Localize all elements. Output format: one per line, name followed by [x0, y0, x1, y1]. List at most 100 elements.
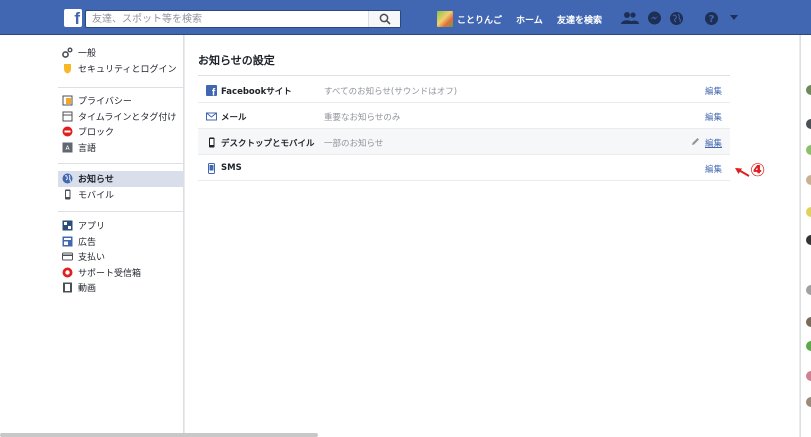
- sidebar-item-security[interactable]: セキュリティとログイン: [0, 61, 184, 77]
- right-rail: [743, 35, 799, 437]
- sidebar-item-label: 広告: [78, 237, 97, 248]
- find-friends-link[interactable]: 友達を検索: [557, 13, 602, 26]
- edit-link[interactable]: 編集: [705, 85, 722, 97]
- messenger-icon[interactable]: [647, 11, 662, 26]
- chevron-down-icon[interactable]: [730, 15, 738, 21]
- sidebar-group-notifications: お知らせ モバイル: [0, 171, 184, 202]
- sidebar-item-notifications[interactable]: お知らせ: [58, 171, 184, 187]
- search-input[interactable]: [86, 11, 368, 27]
- horizontal-scrollbar[interactable]: [0, 433, 318, 437]
- settings-row-label: デスクトップとモバイル: [221, 139, 315, 149]
- settings-row-sms[interactable]: SMS 編集: [198, 155, 730, 181]
- timeline-icon: [62, 111, 73, 122]
- profile-link[interactable]: [437, 10, 453, 28]
- lock-icon: [62, 95, 73, 106]
- search-icon: [379, 13, 391, 25]
- sidebar-item-label: 一般: [78, 49, 97, 60]
- sidebar-item-timeline[interactable]: タイムラインとタグ付け: [0, 109, 184, 125]
- sidebar-group-general: 一般 セキュリティとログイン: [0, 45, 184, 76]
- sidebar-item-label: アプリ: [78, 222, 106, 233]
- avatar[interactable]: [437, 11, 453, 27]
- apps-icon: [62, 220, 73, 231]
- sidebar-item-label: 支払い: [78, 253, 106, 264]
- annotation-arrow-icon: [735, 168, 750, 177]
- settings-row-email[interactable]: メール 重要なお知らせのみ 編集: [198, 103, 730, 129]
- chat-contact-avatar[interactable]: [806, 145, 811, 155]
- facebook-icon: f: [206, 85, 217, 99]
- chat-contact-avatar[interactable]: [806, 397, 811, 407]
- sidebar-item-mobile[interactable]: モバイル: [0, 187, 184, 203]
- home-link[interactable]: ホーム: [516, 13, 543, 26]
- sidebar-item-label: お知らせ: [78, 175, 114, 186]
- settings-row-value: 一部のお知らせ: [324, 139, 384, 149]
- help-icon[interactable]: ?: [704, 11, 719, 26]
- sidebar-item-label: モバイル: [78, 190, 115, 201]
- chat-contact-avatar[interactable]: [806, 285, 811, 295]
- sidebar-item-apps[interactable]: アプリ: [0, 218, 184, 234]
- sidebar-group-apps: アプリ 広告 支払い サポート受信箱 動画: [0, 218, 184, 296]
- chat-contact-avatar[interactable]: [806, 119, 811, 129]
- sidebar-item-payments[interactable]: 支払い: [0, 249, 184, 265]
- sidebar-item-label: サポート受信箱: [78, 268, 142, 279]
- sidebar-item-ads[interactable]: 広告: [0, 234, 184, 250]
- mail-icon: [206, 111, 217, 122]
- settings-row-label: メール: [221, 113, 247, 123]
- sidebar-item-label: 動画: [78, 284, 97, 295]
- settings-row-value: 重要なお知らせのみ: [324, 113, 401, 123]
- notifications-globe-icon[interactable]: [669, 11, 684, 26]
- pencil-icon: [692, 138, 699, 145]
- mobile-icon: [62, 189, 73, 200]
- friend-requests-icon[interactable]: [621, 11, 639, 25]
- sidebar-group-privacy: プライバシー タイムラインとタグ付け ブロック A 言語: [0, 93, 184, 155]
- chat-contact-avatar[interactable]: [806, 235, 811, 245]
- facebook-logo-icon[interactable]: f: [64, 9, 82, 27]
- chat-contact-avatar[interactable]: [806, 341, 811, 351]
- settings-row-desktop-mobile[interactable]: デスクトップとモバイル 一部のお知らせ 編集: [198, 129, 730, 155]
- sidebar-item-label: ブロック: [78, 128, 115, 139]
- ads-icon: [62, 236, 73, 247]
- sidebar-item-general[interactable]: 一般: [0, 45, 184, 61]
- settings-row-facebook[interactable]: f Facebookサイト すべてのお知らせ(サウンドはオフ) 編集: [198, 77, 730, 103]
- search-box[interactable]: [85, 10, 401, 28]
- sidebar-item-language[interactable]: A 言語: [0, 140, 184, 156]
- page-title: お知らせの設定: [198, 54, 275, 67]
- edit-link[interactable]: 編集: [705, 163, 722, 175]
- divider: [198, 75, 730, 76]
- chat-contact-avatar[interactable]: [806, 85, 811, 95]
- sidebar-item-video[interactable]: 動画: [0, 280, 184, 296]
- sidebar-item-label: セキュリティとログイン: [78, 64, 177, 75]
- sidebar-item-block[interactable]: ブロック: [0, 124, 184, 140]
- settings-sidebar: 一般 セキュリティとログイン プライバシー タイムラインとタグ付け ブロック A…: [0, 35, 184, 437]
- payments-icon: [62, 251, 73, 262]
- chat-contact-avatar[interactable]: [806, 175, 811, 185]
- profile-name-link[interactable]: ことりんご: [457, 13, 502, 26]
- divider: [58, 87, 184, 88]
- gear-icon: [62, 47, 73, 58]
- sidebar-item-label: プライバシー: [78, 97, 132, 108]
- settings-row-label: SMS: [221, 163, 242, 173]
- support-icon: [62, 267, 73, 278]
- annotation-step-label: ④: [750, 160, 766, 181]
- video-icon: [62, 282, 73, 293]
- settings-row-value: すべてのお知らせ(サウンドはオフ): [324, 87, 458, 97]
- language-icon: A: [62, 142, 73, 153]
- divider: [58, 163, 184, 164]
- search-button[interactable]: [368, 11, 400, 27]
- sidebar-item-label: 言語: [78, 143, 97, 154]
- sidebar-item-support-inbox[interactable]: サポート受信箱: [0, 265, 184, 281]
- sidebar-item-privacy[interactable]: プライバシー: [0, 93, 184, 109]
- block-icon: [62, 126, 73, 137]
- chat-contact-avatar[interactable]: [806, 371, 811, 381]
- chat-contact-avatar[interactable]: [806, 317, 811, 327]
- globe-icon: [62, 173, 73, 184]
- edit-link[interactable]: 編集: [705, 111, 722, 123]
- shield-icon: [62, 63, 73, 74]
- mobile-icon: [206, 137, 217, 148]
- settings-row-label: Facebookサイト: [221, 87, 292, 97]
- sidebar-item-label: タイムラインとタグ付け: [78, 112, 177, 123]
- top-navigation-bar: f ことりんご ホーム 友達を検索 ?: [0, 0, 811, 35]
- chat-contact-avatar[interactable]: [806, 207, 811, 217]
- edit-link[interactable]: 編集: [705, 137, 722, 149]
- svg-text:?: ?: [709, 14, 715, 25]
- chat-sidebar[interactable]: [800, 35, 811, 437]
